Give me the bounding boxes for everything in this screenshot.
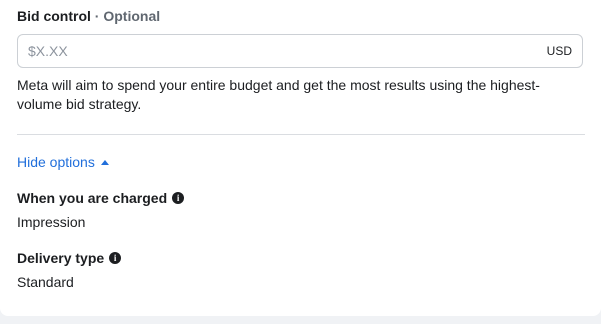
delivery-type-label: Delivery type i	[17, 250, 122, 266]
section-divider	[17, 134, 585, 135]
bid-control-title: Bid control	[17, 8, 91, 24]
when-charged-label: When you are charged i	[17, 190, 185, 206]
info-icon[interactable]: i	[109, 252, 122, 264]
hide-options-link[interactable]: Hide options	[17, 154, 109, 170]
when-charged-value: Impression	[17, 214, 86, 230]
hide-options-label: Hide options	[17, 154, 95, 170]
delivery-type-value: Standard	[17, 274, 74, 290]
bid-settings-card: Bid control · Optional USD Meta will aim…	[0, 0, 601, 316]
bid-control-heading: Bid control · Optional	[17, 8, 160, 24]
info-icon[interactable]: i	[172, 192, 185, 204]
bid-control-description: Meta will aim to spend your entire budge…	[17, 77, 540, 112]
title-separator: ·	[94, 8, 100, 24]
bid-amount-input[interactable]	[18, 35, 518, 67]
when-charged-label-text: When you are charged	[17, 190, 168, 206]
optional-label: Optional	[103, 8, 161, 24]
caret-up-icon	[100, 159, 109, 165]
delivery-type-label-text: Delivery type	[17, 250, 105, 266]
bid-amount-field[interactable]: USD	[17, 34, 583, 68]
currency-label: USD	[546, 44, 572, 58]
